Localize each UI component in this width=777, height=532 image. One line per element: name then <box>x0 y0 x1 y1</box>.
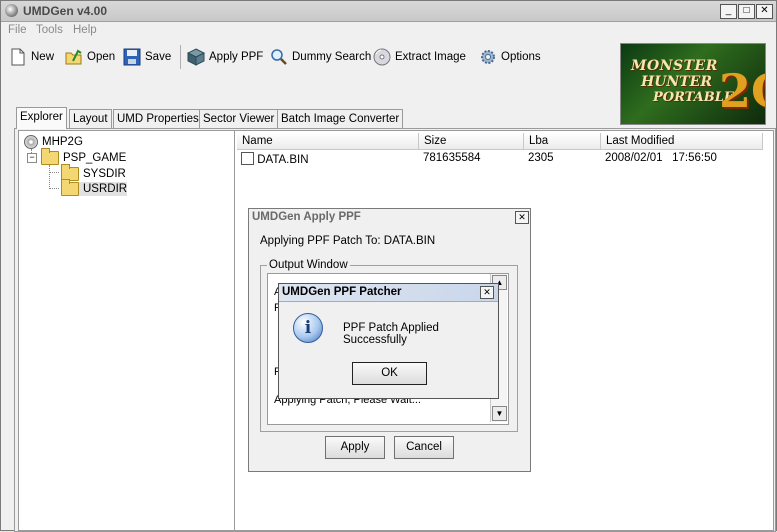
tab-layout[interactable]: Layout <box>69 109 112 128</box>
gear-icon <box>479 48 497 66</box>
save-label: Save <box>145 51 172 63</box>
disc-icon <box>24 135 38 149</box>
new-file-icon <box>9 48 27 66</box>
patcher-dialog: UMDGen PPF Patcher ✕ i PPF Patch Applied… <box>278 283 499 399</box>
apply-ppf-close-button[interactable]: ✕ <box>515 211 529 224</box>
column-header-last-modified[interactable]: Last Modified <box>601 133 763 150</box>
apply-ppf-label: Apply PPF <box>209 51 264 63</box>
game-logo: MONSTER HUNTER PORTABLE 2G <box>620 43 766 125</box>
folder-icon <box>61 179 79 196</box>
patcher-close-button[interactable]: ✕ <box>480 286 494 299</box>
apply-ppf-dialog-title: UMDGen Apply PPF <box>252 211 361 223</box>
column-header-size[interactable]: Size <box>419 133 524 150</box>
options-button[interactable]: Options <box>479 45 541 69</box>
new-button[interactable]: New <box>9 45 54 69</box>
logo-text-1: MONSTER <box>631 58 718 74</box>
patcher-dialog-title: UMDGen PPF Patcher <box>279 284 498 302</box>
collapse-icon[interactable]: − <box>27 153 37 163</box>
dummy-search-button[interactable]: Dummy Search <box>270 45 371 69</box>
file-lba: 2305 <box>528 152 554 164</box>
magnifier-icon <box>270 48 288 66</box>
tab-batch-image-converter[interactable]: Batch Image Converter <box>277 109 404 128</box>
title-bar: UMDGen v4.00 _ □ ✕ <box>1 1 776 22</box>
tree-item-sysdir[interactable]: SYSDIR <box>61 164 126 181</box>
main-window: UMDGen v4.00 _ □ ✕ File Tools Help New O… <box>0 0 777 532</box>
tree-line <box>49 165 51 189</box>
menu-help[interactable]: Help <box>73 24 97 36</box>
folder-icon <box>41 148 59 165</box>
toolbar: New Open Save Apply PPF Dummy Search Ext… <box>1 41 616 71</box>
file-modified: 2008/02/01 17:56:50 <box>605 152 717 164</box>
floppy-disk-icon <box>123 48 141 66</box>
file-name: DATA.BIN <box>257 154 309 166</box>
apply-ppf-button[interactable]: Apply PPF <box>186 45 264 69</box>
menu-bar: File Tools Help <box>1 22 776 40</box>
menu-tools[interactable]: Tools <box>36 24 63 36</box>
window-title: UMDGen v4.00 <box>23 4 108 18</box>
tab-umd-properties[interactable]: UMD Properties <box>113 109 203 128</box>
apply-ppf-message: Applying PPF Patch To: DATA.BIN <box>260 235 436 247</box>
tree-line <box>49 172 59 174</box>
extract-image-label: Extract Image <box>395 51 466 63</box>
logo-text-2: HUNTER <box>641 74 712 90</box>
column-header-name[interactable]: Name <box>237 133 419 150</box>
scroll-down-icon[interactable]: ▼ <box>492 406 507 421</box>
tree-root-label: MHP2G <box>42 136 83 148</box>
tree-item-psp-game[interactable]: − PSP_GAME <box>27 148 127 165</box>
extract-image-button[interactable]: Extract Image <box>373 45 466 69</box>
column-header-lba[interactable]: Lba <box>524 133 601 150</box>
apply-button[interactable]: Apply <box>325 436 385 459</box>
options-label: Options <box>501 51 541 63</box>
new-label: New <box>31 51 55 63</box>
table-row[interactable]: DATA.BIN 781635584 2305 2008/02/01 17:56… <box>235 150 771 166</box>
menu-file[interactable]: File <box>8 24 27 36</box>
info-icon: i <box>293 313 323 343</box>
tree-psp-game-label: PSP_GAME <box>63 152 127 164</box>
folder-tree[interactable]: MHP2G − PSP_GAME SYSDIR USRDIR <box>18 130 236 531</box>
box-icon <box>186 48 206 66</box>
save-button[interactable]: Save <box>123 45 171 69</box>
ok-button[interactable]: OK <box>352 362 427 385</box>
toolbar-separator <box>180 45 181 69</box>
open-folder-icon <box>65 48 83 66</box>
logo-mark: 2G <box>719 64 765 118</box>
tree-item-usrdir[interactable]: USRDIR <box>61 179 128 196</box>
app-disc-icon <box>5 4 18 17</box>
dummy-search-label: Dummy Search <box>292 51 372 63</box>
patcher-message: PPF Patch Applied Successfully <box>343 322 439 346</box>
close-button[interactable]: ✕ <box>756 4 773 19</box>
file-size: 781635584 <box>423 152 481 164</box>
tree-sysdir-label: SYSDIR <box>83 168 126 180</box>
open-button[interactable]: Open <box>65 45 115 69</box>
tree-line <box>49 188 59 190</box>
output-window-label: Output Window <box>267 259 350 271</box>
minimize-button[interactable]: _ <box>720 4 737 19</box>
tree-item-root[interactable]: MHP2G <box>24 135 83 149</box>
file-icon <box>241 152 254 165</box>
open-label: Open <box>87 51 116 63</box>
tab-sector-viewer[interactable]: Sector Viewer <box>199 109 279 128</box>
disc-icon <box>373 48 391 66</box>
maximize-button[interactable]: □ <box>738 4 755 19</box>
tree-usrdir-label: USRDIR <box>83 183 128 195</box>
file-cell-name: DATA.BIN <box>241 152 309 166</box>
tab-explorer[interactable]: Explorer <box>16 107 67 129</box>
cancel-button[interactable]: Cancel <box>394 436 454 459</box>
